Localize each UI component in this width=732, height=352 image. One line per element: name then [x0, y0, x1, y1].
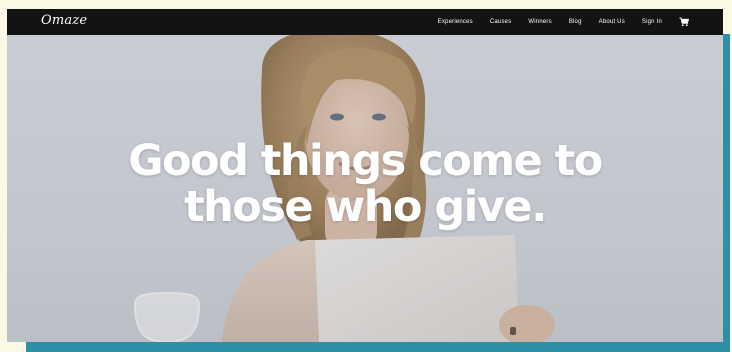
- nav-link-winners[interactable]: Winners: [528, 19, 551, 25]
- omaze-logo[interactable]: Omaze: [41, 13, 87, 28]
- nav-link-blog[interactable]: Blog: [569, 19, 582, 25]
- top-navigation-bar: Omaze Experiences Causes Winners Blog Ab…: [7, 9, 723, 35]
- nav-links: Experiences Causes Winners Blog About Us…: [438, 9, 689, 35]
- nav-link-causes[interactable]: Causes: [490, 19, 512, 25]
- nav-link-experiences[interactable]: Experiences: [438, 19, 473, 25]
- shopping-cart-icon[interactable]: [679, 17, 689, 27]
- headline-line-1: Good things come to: [128, 136, 603, 186]
- nav-link-about-us[interactable]: About Us: [599, 19, 625, 25]
- hero-section: Good things come to those who give.: [7, 35, 723, 342]
- hero-headline: Good things come to those who give.: [7, 138, 723, 230]
- page-background: Omaze Experiences Causes Winners Blog Ab…: [0, 0, 732, 352]
- nav-link-sign-in[interactable]: Sign In: [642, 19, 662, 25]
- website-screenshot: Omaze Experiences Causes Winners Blog Ab…: [7, 9, 723, 342]
- headline-line-2: those who give.: [184, 182, 547, 232]
